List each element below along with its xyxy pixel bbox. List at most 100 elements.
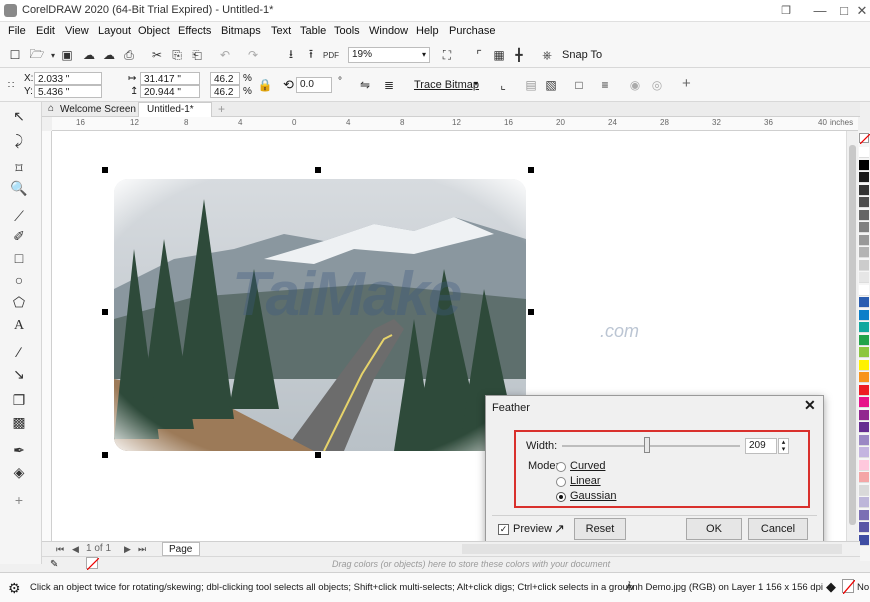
- no-color-swatch[interactable]: [859, 133, 870, 145]
- palette-swatch[interactable]: [859, 247, 869, 258]
- drop-shadow-icon[interactable]: ❐: [8, 390, 30, 410]
- pick-tool-icon[interactable]: ↖: [8, 106, 30, 126]
- palette-swatch[interactable]: [859, 209, 869, 221]
- page-nav-first-icon[interactable]: ⏮: [56, 544, 64, 555]
- palette-swatch[interactable]: [859, 184, 869, 196]
- palette-swatch[interactable]: [859, 409, 869, 421]
- palette-swatch[interactable]: [859, 159, 869, 171]
- gear-icon[interactable]: ⚙: [8, 580, 21, 597]
- ellipse-tool-icon[interactable]: ○: [8, 270, 30, 290]
- artistic-media-icon[interactable]: ✐: [8, 226, 30, 246]
- palette-swatch[interactable]: [859, 222, 869, 233]
- x-position-field[interactable]: 2.033 ": [34, 72, 102, 85]
- freehand-tool-icon[interactable]: ⟋: [8, 206, 30, 226]
- palette-swatch[interactable]: [859, 147, 869, 158]
- palette-swatch[interactable]: [859, 447, 869, 458]
- palette-swatch[interactable]: [859, 497, 869, 508]
- vertical-ruler[interactable]: [42, 131, 52, 541]
- show-rulers-icon[interactable]: ⌜: [470, 46, 488, 64]
- scale-width-field[interactable]: 46.2: [210, 72, 240, 85]
- trace-bitmap-dropdown-icon[interactable]: ▾: [474, 79, 478, 88]
- quick-customize-icon[interactable]: +: [8, 490, 30, 510]
- tab-welcome-screen[interactable]: Welcome Screen: [60, 104, 136, 115]
- palette-swatch[interactable]: [859, 372, 869, 383]
- redo-icon[interactable]: ↷: [244, 46, 262, 64]
- zoom-level-combo[interactable]: 19% ▾: [348, 47, 430, 63]
- transparency-icon[interactable]: ▩: [8, 412, 30, 432]
- arrange-back-icon[interactable]: ◎: [648, 76, 666, 94]
- width-spinner[interactable]: ▴ ▾: [778, 438, 789, 454]
- show-guidelines-icon[interactable]: ╋: [510, 46, 528, 64]
- tab-untitled-1[interactable]: Untitled-1*: [138, 102, 212, 117]
- palette-swatch[interactable]: [859, 172, 869, 183]
- arrange-forward-icon[interactable]: ◉: [626, 76, 644, 94]
- menu-text[interactable]: Text: [271, 25, 291, 37]
- radio-curved[interactable]: [556, 462, 566, 472]
- snap-to-menu[interactable]: Snap To: [562, 49, 602, 61]
- palette-swatch[interactable]: [859, 397, 869, 408]
- page-nav-prev-icon[interactable]: ◀: [72, 544, 79, 555]
- menu-bitmaps[interactable]: Bitmaps: [221, 25, 261, 37]
- menu-purchase[interactable]: Purchase: [449, 25, 495, 37]
- mirror-horizontal-icon[interactable]: ⇋: [356, 76, 374, 94]
- selection-handle[interactable]: [102, 452, 108, 458]
- fill-bucket-icon[interactable]: ◆: [826, 579, 836, 595]
- reset-button[interactable]: Reset: [574, 518, 626, 540]
- launch-icon[interactable]: ⎈: [538, 46, 556, 64]
- connector-tool-icon[interactable]: ↘: [8, 364, 30, 384]
- shape-tool-icon[interactable]: ⤸: [8, 130, 30, 150]
- save-icon[interactable]: ▣: [58, 46, 76, 64]
- object-height-field[interactable]: 20.944 ": [140, 85, 200, 98]
- zoom-tool-icon[interactable]: 🔍: [8, 178, 30, 198]
- rectangle-tool-icon[interactable]: □: [8, 248, 30, 268]
- palette-swatch[interactable]: [859, 259, 869, 271]
- bitmap-bounding-icon[interactable]: □: [570, 76, 588, 94]
- page-nav-last-icon[interactable]: ⏭: [138, 544, 146, 555]
- page-nav-next-icon[interactable]: ▶: [124, 544, 131, 555]
- radio-linear[interactable]: [556, 477, 566, 487]
- resample-icon[interactable]: ▧: [542, 76, 560, 94]
- palette-swatch[interactable]: [859, 509, 869, 521]
- radio-gaussian[interactable]: [556, 492, 566, 502]
- menu-view[interactable]: View: [65, 25, 89, 37]
- palette-swatch[interactable]: [859, 484, 869, 496]
- add-property-button[interactable]: +: [682, 75, 691, 92]
- fill-icon[interactable]: ✎: [50, 559, 58, 570]
- vertical-scroll-thumb[interactable]: [849, 145, 856, 525]
- help-window-icon[interactable]: ❒: [772, 2, 800, 20]
- copy-icon[interactable]: ⎘: [168, 46, 186, 64]
- palette-swatch[interactable]: [859, 334, 869, 346]
- crop-tool-icon[interactable]: ⌑: [8, 158, 30, 178]
- publish-pdf-icon[interactable]: PDF: [322, 46, 340, 64]
- cloud-download-icon[interactable]: ☁: [100, 46, 118, 64]
- palette-swatch[interactable]: [859, 309, 869, 321]
- menu-layout[interactable]: Layout: [98, 25, 131, 37]
- palette-swatch[interactable]: [859, 472, 869, 483]
- palette-swatch[interactable]: [859, 197, 869, 208]
- palette-swatch[interactable]: [859, 347, 869, 358]
- selection-handle[interactable]: [315, 452, 321, 458]
- cut-icon[interactable]: ✂: [148, 46, 166, 64]
- fill-color-swatch[interactable]: [842, 579, 855, 594]
- scale-height-field[interactable]: 46.2: [210, 85, 240, 98]
- palette-swatch[interactable]: [859, 359, 869, 371]
- align-icon[interactable]: ≣: [380, 76, 398, 94]
- cancel-button[interactable]: Cancel: [748, 518, 808, 540]
- preview-checkbox[interactable]: ✓: [498, 524, 509, 535]
- export-icon[interactable]: ⭱: [302, 46, 320, 64]
- rotation-angle-field[interactable]: 0.0: [296, 77, 332, 93]
- cloud-upload-icon[interactable]: ☁: [80, 46, 98, 64]
- preview-label[interactable]: Preview: [513, 523, 552, 535]
- paste-icon[interactable]: ⎗: [188, 46, 206, 64]
- palette-swatch[interactable]: [859, 534, 869, 546]
- palette-swatch[interactable]: [859, 322, 869, 333]
- palette-swatch[interactable]: [859, 234, 869, 246]
- eyedropper-icon[interactable]: ✒: [8, 440, 30, 460]
- menu-tools[interactable]: Tools: [334, 25, 360, 37]
- menu-window[interactable]: Window: [369, 25, 408, 37]
- menu-edit[interactable]: Edit: [36, 25, 55, 37]
- full-screen-icon[interactable]: ⛶: [438, 46, 456, 64]
- palette-swatch[interactable]: [859, 422, 869, 433]
- object-width-field[interactable]: 31.417 ": [140, 72, 200, 85]
- interactive-fill-icon[interactable]: ◈: [8, 462, 30, 482]
